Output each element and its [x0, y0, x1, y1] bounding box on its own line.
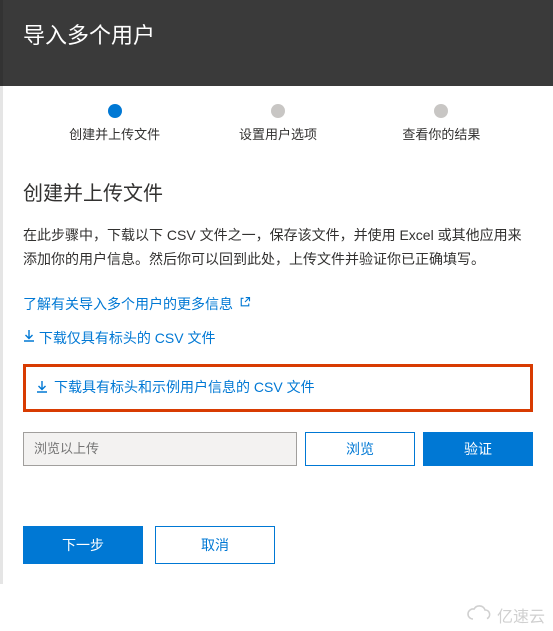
page-header: 导入多个用户 — [0, 0, 553, 86]
learn-more-link[interactable]: 了解有关导入多个用户的更多信息 — [23, 294, 251, 314]
step-create-upload: 创建并上传文件 — [33, 104, 196, 143]
footer-buttons: 下一步 取消 — [0, 526, 553, 584]
highlighted-download-box: 下载具有标头和示例用户信息的 CSV 文件 — [23, 364, 533, 412]
verify-button[interactable]: 验证 — [423, 432, 533, 466]
step-label: 设置用户选项 — [196, 124, 359, 143]
section-title: 创建并上传文件 — [23, 177, 533, 206]
download-sample-link[interactable]: 下载具有标头和示例用户信息的 CSV 文件 — [36, 377, 315, 397]
step-dot-icon — [108, 104, 122, 118]
step-label: 创建并上传文件 — [33, 124, 196, 143]
link-text: 下载具有标头和示例用户信息的 CSV 文件 — [54, 377, 315, 397]
external-link-icon — [239, 296, 251, 311]
section-description: 在此步骤中，下载以下 CSV 文件之一，保存该文件，并使用 Excel 或其他应… — [23, 224, 533, 272]
cancel-button[interactable]: 取消 — [155, 526, 275, 564]
page-title: 导入多个用户 — [23, 18, 533, 50]
download-icon — [36, 380, 48, 394]
watermark: 亿速云 — [465, 603, 545, 627]
browse-button[interactable]: 浏览 — [305, 432, 415, 466]
step-label: 查看你的结果 — [360, 124, 523, 143]
content-area: 创建并上传文件 在此步骤中，下载以下 CSV 文件之一，保存该文件，并使用 Ex… — [0, 153, 553, 526]
step-dot-icon — [434, 104, 448, 118]
download-headers-link[interactable]: 下载仅具有标头的 CSV 文件 — [23, 328, 533, 348]
cloud-icon — [465, 604, 493, 627]
step-dot-icon — [271, 104, 285, 118]
link-text: 了解有关导入多个用户的更多信息 — [23, 294, 233, 314]
file-upload-row: 浏览 验证 — [23, 432, 533, 466]
watermark-text: 亿速云 — [497, 603, 545, 627]
download-icon — [23, 329, 35, 343]
step-set-options: 设置用户选项 — [196, 104, 359, 143]
wizard-stepper: 创建并上传文件 设置用户选项 查看你的结果 — [0, 86, 553, 153]
next-button[interactable]: 下一步 — [23, 526, 143, 564]
file-path-input[interactable] — [23, 432, 297, 466]
step-view-results: 查看你的结果 — [360, 104, 523, 143]
link-text: 下载仅具有标头的 CSV 文件 — [39, 330, 216, 346]
